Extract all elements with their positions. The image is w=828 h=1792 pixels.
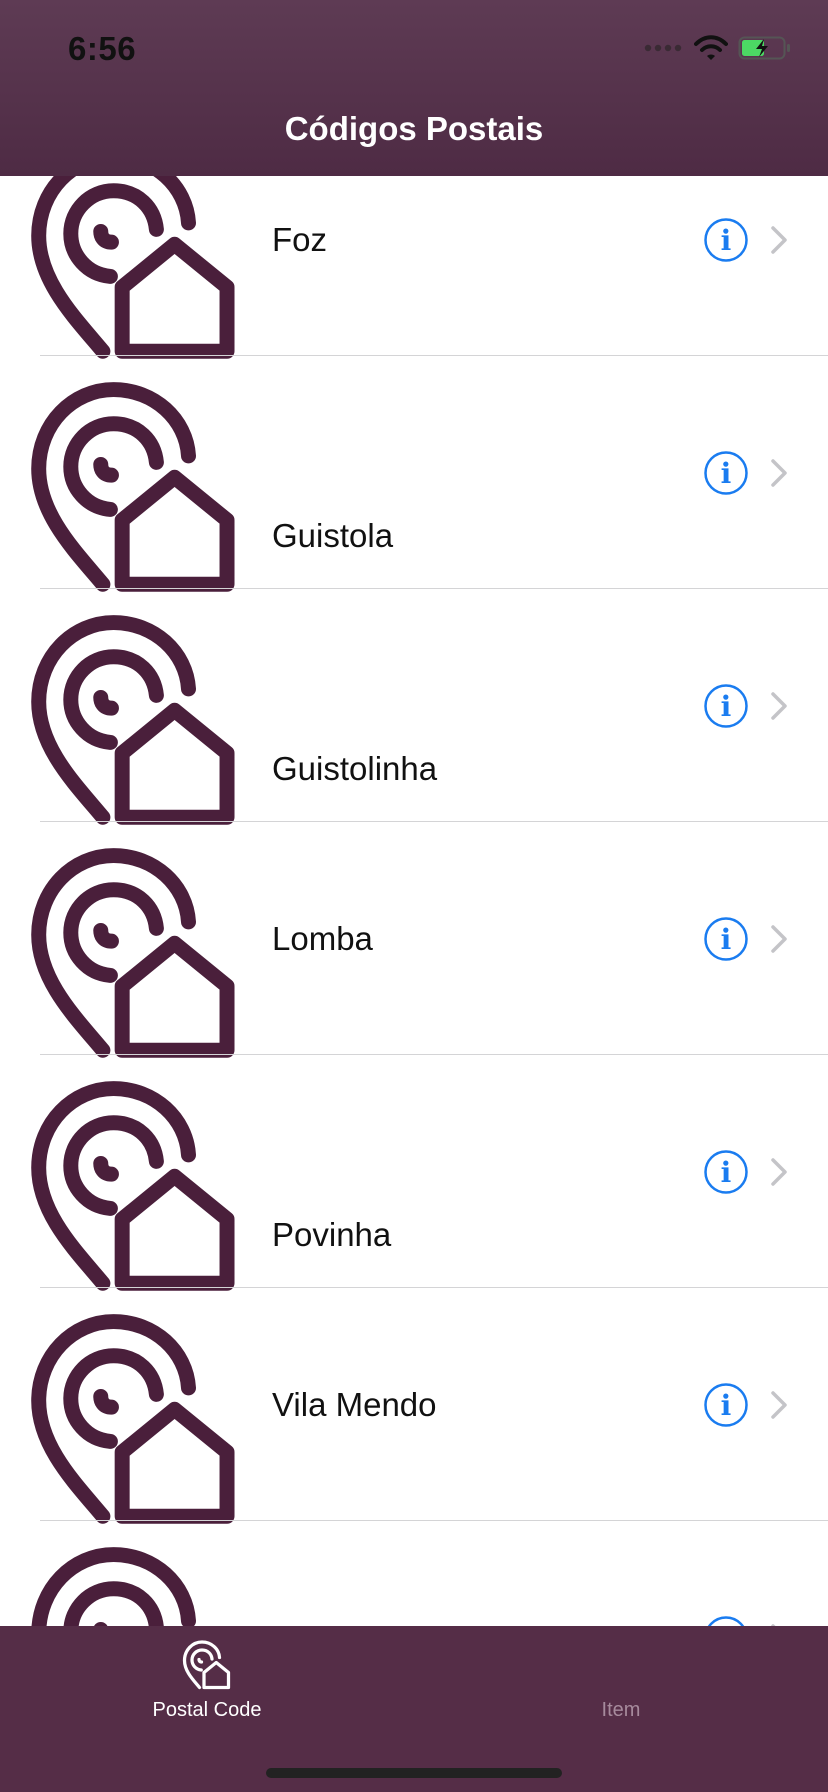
- info-icon[interactable]: [703, 217, 749, 263]
- info-icon[interactable]: [703, 1382, 749, 1428]
- list-item-label: Povinha: [272, 1216, 392, 1253]
- list-item[interactable]: Foz: [0, 176, 828, 356]
- status-time: 6:56: [68, 30, 137, 67]
- list-item-label: Guistola: [272, 517, 394, 554]
- postal-code-icon: [28, 381, 242, 595]
- list-item[interactable]: Lomba: [0, 822, 828, 1055]
- list-item[interactable]: Povinha: [0, 1055, 828, 1288]
- list-item-label: Foz: [272, 220, 328, 258]
- chevron-right-icon: [770, 1390, 788, 1420]
- chevron-right-icon: [770, 458, 788, 488]
- postal-code-icon: [28, 176, 242, 362]
- tab-label: Item: [601, 1699, 641, 1721]
- postal-code-icon: [28, 1080, 242, 1294]
- list-item[interactable]: Guistolinha: [0, 589, 828, 822]
- postal-code-icon: [182, 1640, 231, 1690]
- list-item[interactable]: [0, 1521, 828, 1626]
- info-icon[interactable]: [703, 450, 749, 496]
- battery-icon: [738, 35, 792, 66]
- home-indicator: [266, 1768, 562, 1778]
- chevron-right-icon: [770, 225, 788, 255]
- navigation-bar: 6:56 Códigos Postais: [0, 0, 828, 176]
- info-icon[interactable]: [703, 1149, 749, 1195]
- chevron-right-icon: [770, 691, 788, 721]
- tab-label: Postal Code: [152, 1699, 262, 1721]
- list-item[interactable]: Vila Mendo: [0, 1288, 828, 1521]
- status-indicators: [644, 34, 792, 66]
- wifi-icon: [694, 34, 728, 66]
- info-icon[interactable]: [703, 916, 749, 962]
- chevron-right-icon: [770, 924, 788, 954]
- list-item-label: Guistolinha: [272, 750, 438, 787]
- postal-code-list[interactable]: Foz Guistola Guistolinha Lomba Povinha V…: [0, 176, 828, 1626]
- tab-item[interactable]: Item: [414, 1626, 828, 1736]
- postal-code-icon: [28, 1313, 242, 1527]
- list-item-label: Lomba: [272, 919, 373, 957]
- list-item-label: Vila Mendo: [272, 1385, 437, 1423]
- chevron-right-icon: [770, 1157, 788, 1187]
- postal-code-icon: [28, 847, 242, 1061]
- cellular-signal-icon: [644, 41, 684, 59]
- list-item[interactable]: Guistola: [0, 356, 828, 589]
- info-icon[interactable]: [703, 683, 749, 729]
- info-icon[interactable]: [703, 1615, 749, 1627]
- page-title: Códigos Postais: [284, 110, 544, 147]
- postal-code-icon: [28, 1546, 242, 1626]
- postal-code-icon: [28, 614, 242, 828]
- tab-postal-code[interactable]: Postal Code: [0, 1626, 414, 1736]
